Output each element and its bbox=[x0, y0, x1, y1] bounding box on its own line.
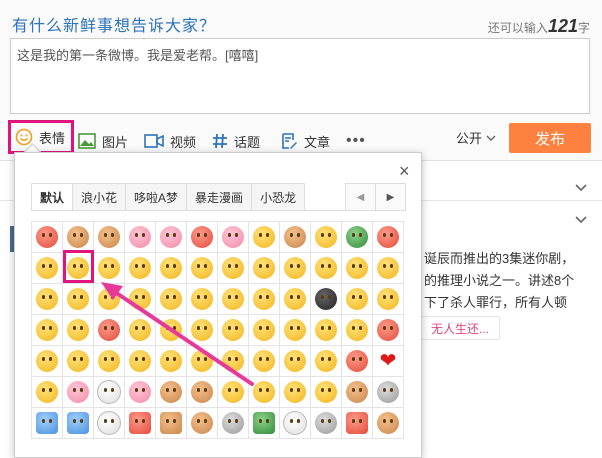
pointer-arrow-icon bbox=[101, 282, 254, 386]
